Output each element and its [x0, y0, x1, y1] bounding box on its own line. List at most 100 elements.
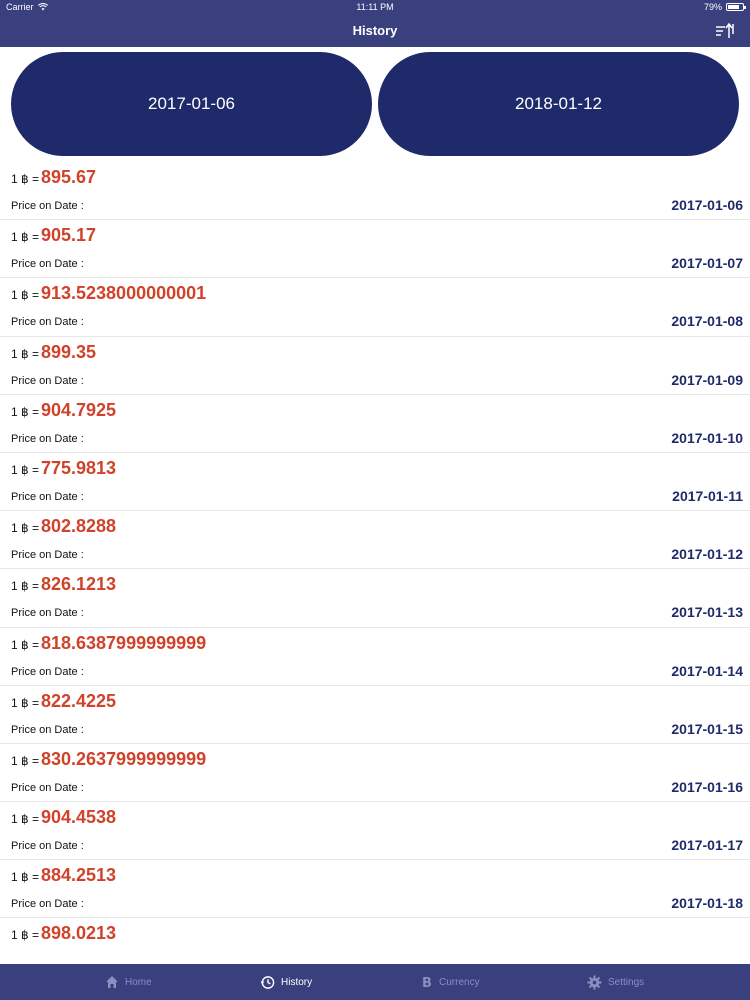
price-label: Price on Date : [11, 374, 84, 387]
tab-settings[interactable]: Settings [587, 964, 644, 1000]
rate: 1 ฿ = 899.35 [11, 342, 96, 363]
sort-icon [716, 22, 734, 38]
rate-prefix: 1 ฿ = [11, 230, 39, 245]
price-label: Price on Date : [11, 432, 84, 445]
history-icon [260, 975, 275, 989]
rate-prefix: 1 ฿ = [11, 346, 39, 361]
price-date: 2017-01-13 [671, 604, 743, 621]
price-value: 899.35 [40, 341, 97, 362]
rate: 1 ฿ = 913.5238000000001 [11, 283, 206, 304]
rate-prefix: 1 ฿ = [11, 288, 39, 303]
price-value: 826.1213 [40, 574, 117, 595]
list-item[interactable]: 1 ฿ = 904.7925 Price on Date : 2017-01-10 [0, 395, 750, 453]
rate-prefix: 1 ฿ = [11, 928, 39, 943]
list-item[interactable]: 1 ฿ = 818.6387999999999 Price on Date : 2… [0, 628, 750, 686]
price-value: 895.67 [40, 167, 97, 187]
rate-prefix: 1 ฿ = [11, 695, 39, 710]
rate-prefix: 1 ฿ = [11, 579, 39, 594]
price-value: 830.2637999999999 [40, 748, 207, 769]
price-label: Price on Date : [11, 549, 84, 562]
price-value: 802.8288 [40, 516, 117, 537]
price-date: 2017-01-08 [671, 313, 743, 330]
tab-home[interactable]: Home [105, 964, 152, 1000]
rate: 1 ฿ = 904.4538 [11, 807, 116, 828]
tab-label-history: History [281, 976, 313, 988]
price-date: 2017-01-16 [671, 778, 743, 795]
price-label: Price on Date : [11, 490, 84, 503]
price-value: 904.4538 [40, 807, 117, 828]
start-date-button[interactable]: 2017-01-06 [11, 52, 372, 156]
price-date: 2017-01-09 [671, 371, 743, 388]
tab-currency[interactable]: B Currency [421, 964, 480, 1000]
rate: 1 ฿ = 898.0213 [11, 923, 116, 944]
price-value: 904.7925 [40, 399, 117, 420]
list-item[interactable]: 1 ฿ = 905.17 Price on Date : 2017-01-07 [0, 220, 750, 279]
sort-button[interactable] [714, 22, 736, 40]
price-label: Price on Date : [11, 781, 84, 794]
list-item[interactable]: 1 ฿ = 826.1213 Price on Date : 2017-01-13 [0, 569, 750, 628]
rate: 1 ฿ = 822.4225 [11, 691, 116, 712]
price-label: Price on Date : [11, 316, 84, 329]
price-date: 2017-01-17 [671, 837, 743, 854]
price-value: 898.0213 [40, 923, 117, 944]
tab-label-home: Home [125, 976, 152, 988]
tab-history[interactable]: History [260, 964, 312, 1000]
svg-text:B: B [422, 976, 432, 989]
price-value: 905.17 [40, 225, 97, 246]
rate-prefix: 1 ฿ = [11, 521, 39, 536]
rate: 1 ฿ = 802.8288 [11, 516, 116, 537]
list-item[interactable]: 1 ฿ = 802.8288 Price on Date : 2017-01-12 [0, 511, 750, 570]
list-item[interactable]: 1 ฿ = 830.2637999999999 Price on Date : 2… [0, 744, 750, 803]
price-value: 818.6387999999999 [40, 632, 207, 653]
gear-icon [587, 974, 602, 990]
rate: 1 ฿ = 826.1213 [11, 574, 116, 595]
rate-prefix: 1 ฿ = [11, 753, 39, 768]
list-item[interactable]: 1 ฿ = 895.67 Price on Date : 2017-01-06 [0, 162, 750, 221]
price-label: Price on Date : [11, 898, 84, 911]
list-item[interactable]: 1 ฿ = 775.9813 Price on Date : 2017-01-11 [0, 453, 750, 512]
tab-label-settings: Settings [608, 976, 645, 988]
list-item[interactable]: 1 ฿ = 822.4225 Price on Date : 2017-01-15 [0, 686, 750, 744]
price-date: 2017-01-06 [671, 197, 743, 213]
rate: 1 ฿ = 905.17 [11, 225, 96, 246]
bitcoin-icon: B [422, 976, 432, 989]
price-label: Price on Date : [11, 840, 84, 853]
price-date: 2017-01-07 [671, 255, 743, 272]
list-item[interactable]: 1 ฿ = 899.35 Price on Date : 2017-01-09 [0, 337, 750, 395]
date-range-selector: 2017-01-06 2018-01-12 [11, 52, 739, 156]
rate: 1 ฿ = 895.67 [11, 167, 96, 188]
page-title: History [352, 23, 398, 38]
tab-bar: Home History B Currency Settings [0, 964, 750, 1000]
battery-percent: 79% [703, 2, 722, 12]
rate-prefix: 1 ฿ = [11, 172, 39, 186]
price-label: Price on Date : [11, 200, 84, 212]
rate-prefix: 1 ฿ = [11, 812, 39, 827]
end-date-button[interactable]: 2018-01-12 [378, 52, 739, 156]
battery-icon [726, 3, 746, 11]
price-value: 775.9813 [40, 457, 117, 478]
rate-prefix: 1 ฿ = [11, 404, 39, 419]
price-date: 2017-01-15 [671, 720, 743, 737]
list-item[interactable]: 1 ฿ = 884.2513 Price on Date : 2017-01-18 [0, 860, 750, 919]
rate-prefix: 1 ฿ = [11, 637, 39, 652]
rate: 1 ฿ = 818.6387999999999 [11, 633, 206, 654]
price-value: 884.2513 [40, 865, 117, 886]
list-item[interactable]: 1 ฿ = 904.4538 Price on Date : 2017-01-17 [0, 802, 750, 861]
status-bar: Carrier 11:11 PM 79% [0, 0, 750, 15]
price-date: 2017-01-12 [671, 546, 743, 563]
list-item[interactable]: 1 ฿ = 913.5238000000001 Price on Date : 2… [0, 278, 750, 337]
rate: 1 ฿ = 830.2637999999999 [11, 749, 206, 770]
battery-info: 79% [703, 2, 746, 12]
price-value: 822.4225 [40, 690, 117, 711]
price-label: Price on Date : [11, 723, 84, 736]
status-time: 11:11 PM [356, 2, 394, 12]
tab-label-currency: Currency [439, 976, 480, 988]
rate: 1 ฿ = 904.7925 [11, 400, 116, 421]
price-date: 2017-01-11 [672, 487, 743, 504]
price-date: 2017-01-10 [671, 429, 743, 446]
price-label: Price on Date : [11, 665, 84, 678]
rate-prefix: 1 ฿ = [11, 462, 39, 477]
rate: 1 ฿ = 775.9813 [11, 458, 116, 479]
price-label: Price on Date : [11, 258, 84, 271]
price-history-list[interactable]: 1 ฿ = 895.67 Price on Date : 2017-01-06 1… [0, 162, 750, 977]
